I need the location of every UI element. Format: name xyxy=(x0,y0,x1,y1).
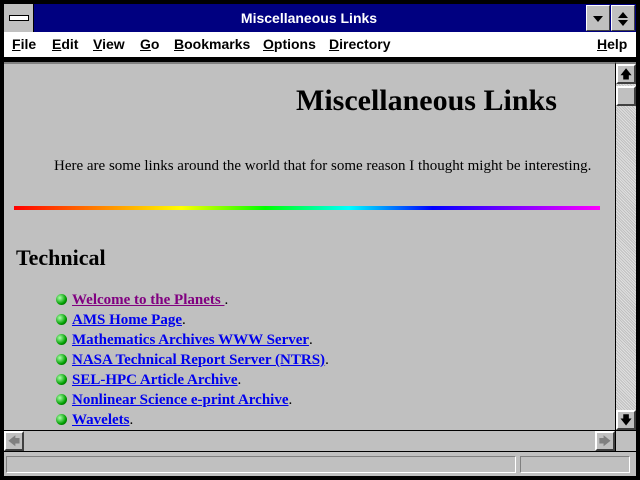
window-title: Miscellaneous Links xyxy=(240,10,378,26)
menu-view[interactable]: View xyxy=(93,36,125,52)
status-bar xyxy=(4,451,636,476)
vertical-scroll-thumb[interactable] xyxy=(616,86,636,106)
list-item: Nonlinear Science e-print Archive. xyxy=(56,392,329,412)
status-progress-panel xyxy=(520,456,630,473)
link-wavelets[interactable]: Wavelets xyxy=(72,412,130,428)
intro-text: Here are some links around the world tha… xyxy=(54,158,592,174)
menu-directory[interactable]: Directory xyxy=(329,36,390,52)
link-welcome-planets[interactable]: Welcome to the Planets xyxy=(72,292,224,308)
scroll-up-button[interactable]: 🡅 xyxy=(616,64,636,84)
rainbow-divider xyxy=(14,206,600,210)
menu-options[interactable]: Options xyxy=(263,36,316,52)
green-ball-bullet-icon xyxy=(56,314,67,325)
minimize-icon xyxy=(593,16,603,22)
list-item: Welcome to the Planets . xyxy=(56,292,329,312)
status-text xyxy=(6,456,516,473)
green-ball-bullet-icon xyxy=(56,334,67,345)
minimize-button[interactable] xyxy=(586,5,610,31)
browser-window: Miscellaneous Links File Edit View Go Bo… xyxy=(0,0,640,480)
green-ball-bullet-icon xyxy=(56,414,67,425)
restore-up-icon xyxy=(618,12,628,18)
menu-help[interactable]: Help xyxy=(597,36,627,52)
link-list: Welcome to the Planets . AMS Home Page. … xyxy=(56,292,329,430)
system-menu-icon xyxy=(9,15,29,21)
scroll-left-button[interactable]: 🡄 xyxy=(4,431,24,451)
green-ball-bullet-icon xyxy=(56,354,67,365)
scroll-down-button[interactable]: 🡇 xyxy=(616,410,636,430)
title-bar[interactable]: Miscellaneous Links xyxy=(4,4,636,32)
restore-down-icon xyxy=(618,20,628,26)
link-nonlinear-science[interactable]: Nonlinear Science e-print Archive xyxy=(72,392,289,408)
menu-go[interactable]: Go xyxy=(140,36,159,52)
link-ams-home[interactable]: AMS Home Page xyxy=(72,312,182,328)
menu-file[interactable]: File xyxy=(12,36,36,52)
link-sel-hpc[interactable]: SEL-HPC Article Archive xyxy=(72,372,238,388)
maximize-button[interactable] xyxy=(611,5,635,31)
green-ball-bullet-icon xyxy=(56,294,67,305)
document-viewport[interactable]: Miscellaneous Links Here are some links … xyxy=(4,62,615,430)
green-ball-bullet-icon xyxy=(56,394,67,405)
list-item: SEL-HPC Article Archive. xyxy=(56,372,329,392)
menu-edit[interactable]: Edit xyxy=(52,36,78,52)
link-math-archives[interactable]: Mathematics Archives WWW Server xyxy=(72,332,309,348)
arrow-right-icon: 🡆 xyxy=(598,434,612,448)
scroll-right-button[interactable]: 🡆 xyxy=(595,431,615,451)
vertical-scrollbar[interactable]: 🡅 🡇 xyxy=(615,62,636,430)
arrow-up-icon: 🡅 xyxy=(619,67,633,81)
menu-bookmarks[interactable]: Bookmarks xyxy=(174,36,250,52)
list-item: Mathematics Archives WWW Server. xyxy=(56,332,329,352)
horizontal-scrollbar[interactable]: 🡄 🡆 xyxy=(4,430,615,451)
section-heading: Technical xyxy=(16,245,106,270)
page-heading: Miscellaneous Links xyxy=(296,84,557,117)
green-ball-bullet-icon xyxy=(56,374,67,385)
system-menu-button[interactable] xyxy=(4,4,34,32)
arrow-left-icon: 🡄 xyxy=(7,434,21,448)
menu-bar: File Edit View Go Bookmarks Options Dire… xyxy=(4,32,636,58)
list-item: Wavelets. xyxy=(56,412,329,430)
list-item: AMS Home Page. xyxy=(56,312,329,332)
link-nasa-ntrs[interactable]: NASA Technical Report Server (NTRS) xyxy=(72,352,325,368)
scrollbar-corner xyxy=(615,430,636,451)
list-item: NASA Technical Report Server (NTRS). xyxy=(56,352,329,372)
arrow-down-icon: 🡇 xyxy=(619,413,633,427)
